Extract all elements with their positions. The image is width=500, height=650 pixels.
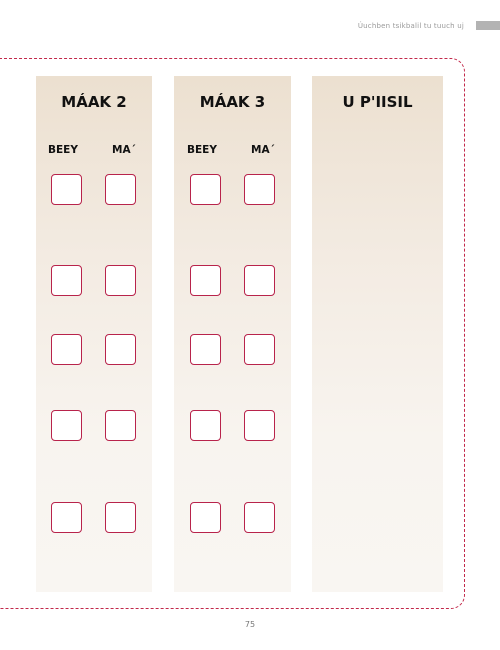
label-ma: MA´	[251, 144, 275, 156]
checkbox-ma-1[interactable]	[105, 174, 136, 205]
label-beey: BEEY	[48, 144, 78, 156]
checkbox-ma-5[interactable]	[105, 502, 136, 533]
column-u-piisil: U P'IISIL	[312, 76, 443, 592]
checkbox-ma-5[interactable]	[244, 502, 275, 533]
column-title: MÁAK 2	[61, 93, 127, 111]
column-title: U P'IISIL	[342, 93, 413, 111]
running-header: Úuchben tsikbalil tu tuuch uj	[357, 22, 464, 30]
checkbox-beey-1[interactable]	[190, 174, 221, 205]
label-beey: BEEY	[187, 144, 217, 156]
column-title: MÁAK 3	[199, 93, 266, 111]
checkbox-ma-3[interactable]	[244, 334, 275, 365]
checkbox-ma-1[interactable]	[244, 174, 275, 205]
label-ma: MA´	[112, 144, 136, 156]
column-maak-3: MÁAK 3 BEEY MA´	[174, 76, 291, 592]
checkbox-beey-5[interactable]	[51, 502, 82, 533]
checkbox-ma-3[interactable]	[105, 334, 136, 365]
checkbox-beey-4[interactable]	[190, 410, 221, 441]
checkbox-beey-5[interactable]	[190, 502, 221, 533]
checkbox-ma-4[interactable]	[105, 410, 136, 441]
checkbox-beey-2[interactable]	[190, 265, 221, 296]
checkbox-beey-3[interactable]	[190, 334, 221, 365]
checkbox-beey-2[interactable]	[51, 265, 82, 296]
header-tab-bar	[476, 21, 500, 30]
checkbox-ma-4[interactable]	[244, 410, 275, 441]
checkbox-ma-2[interactable]	[244, 265, 275, 296]
page-number: 75	[244, 620, 256, 629]
checkbox-ma-2[interactable]	[105, 265, 136, 296]
checkbox-beey-3[interactable]	[51, 334, 82, 365]
checkbox-beey-4[interactable]	[51, 410, 82, 441]
checkbox-beey-1[interactable]	[51, 174, 82, 205]
column-maak-2: MÁAK 2 BEEY MA´	[36, 76, 152, 592]
